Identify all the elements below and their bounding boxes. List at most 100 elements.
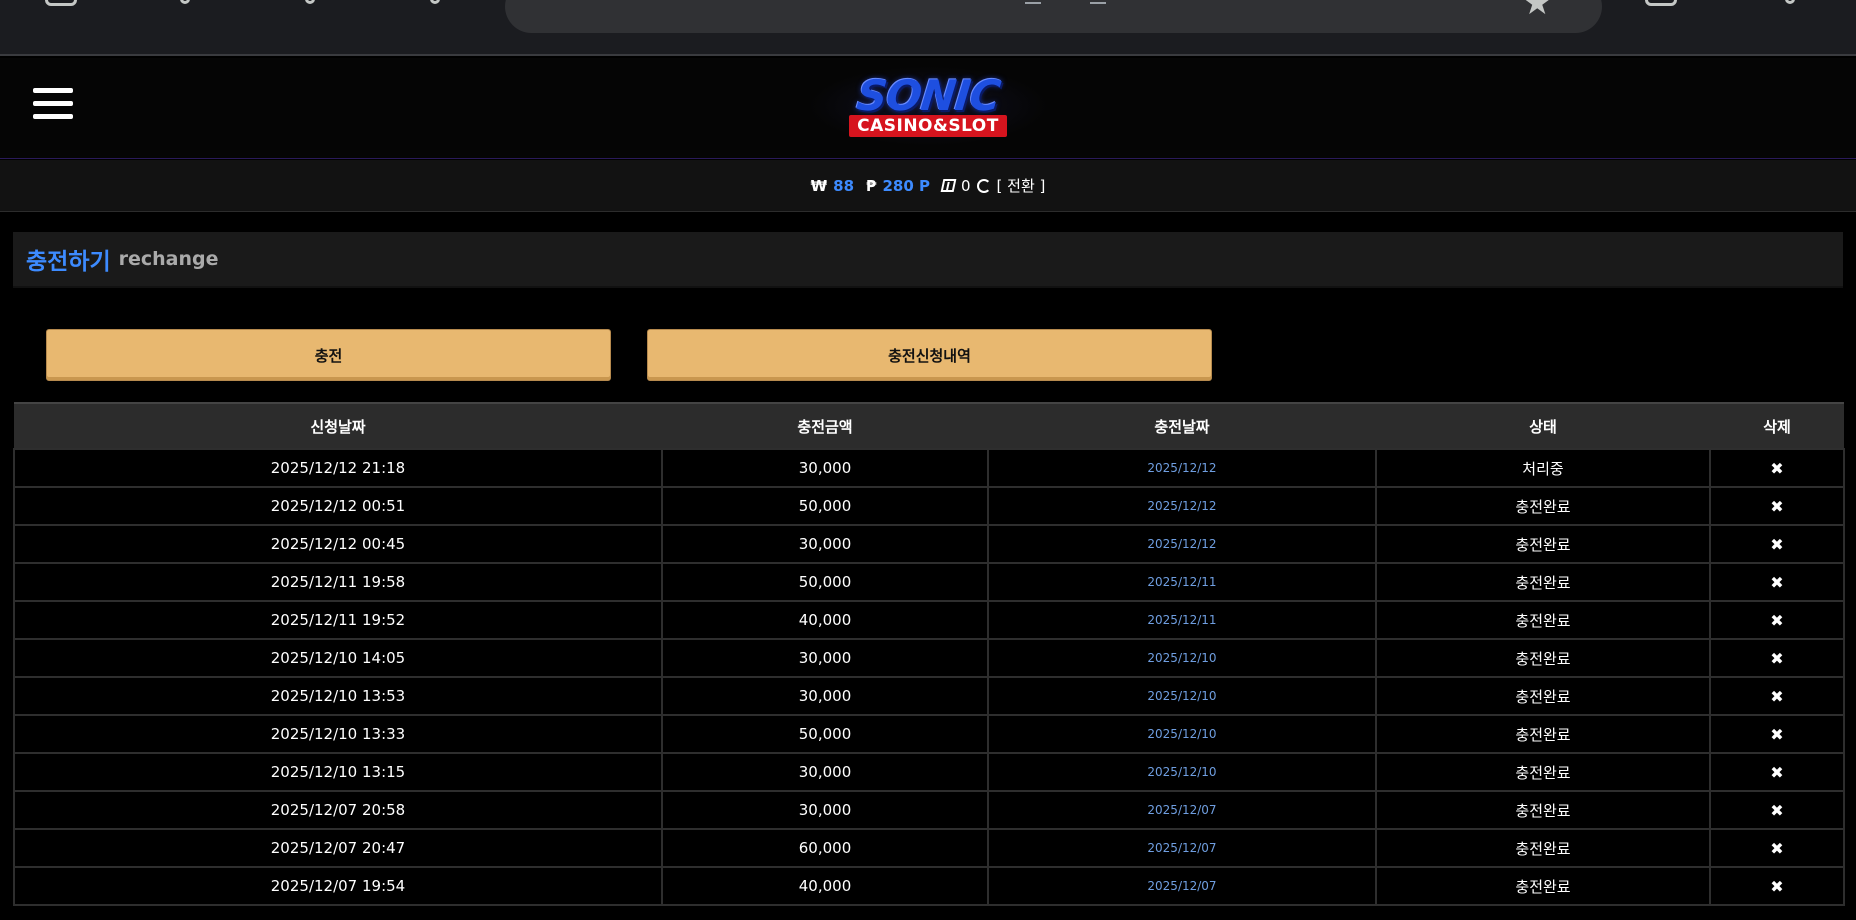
address-bar[interactable] xyxy=(505,0,1602,33)
bookmark-star-icon[interactable]: ★ xyxy=(1522,0,1552,20)
status-cell: 충전완료 xyxy=(1375,638,1711,678)
recharge-tab-button[interactable]: 충전 xyxy=(46,329,611,381)
amount-cell: 50,000 xyxy=(661,562,989,602)
table-row: 2025/12/12 00:51 50,000 2025/12/12 충전완료 ✖ xyxy=(13,486,1845,526)
won-icon: ₩ xyxy=(810,176,828,195)
delete-icon[interactable]: ✖ xyxy=(1709,562,1845,602)
header-status: 상태 xyxy=(1376,402,1710,450)
request-date-cell: 2025/12/07 19:54 xyxy=(13,866,663,906)
recharge-date-cell: 2025/12/12 xyxy=(987,524,1377,564)
reload-icon[interactable] xyxy=(430,0,440,4)
delete-icon[interactable]: ✖ xyxy=(1709,486,1845,526)
page-title: 충전하기 rechange xyxy=(13,232,1843,288)
request-date-cell: 2025/12/12 21:18 xyxy=(13,448,663,488)
convert-points-link[interactable]: [ 전환 ] xyxy=(997,175,1046,196)
back-icon[interactable] xyxy=(180,0,190,4)
recharge-date-cell: 2025/12/07 xyxy=(987,828,1377,868)
amount-cell: 60,000 xyxy=(661,828,989,868)
comp-balance: 0 [ 전환 ] xyxy=(940,175,1046,196)
table-row: 2025/12/11 19:58 50,000 2025/12/11 충전완료 ✖ xyxy=(13,562,1845,602)
comp-book-icon xyxy=(940,179,957,192)
recharge-date-cell: 2025/12/07 xyxy=(987,790,1377,830)
delete-icon[interactable]: ✖ xyxy=(1709,790,1845,830)
table-row: 2025/12/10 13:15 30,000 2025/12/10 충전완료 ✖ xyxy=(13,752,1845,792)
header-request-date: 신청날짜 xyxy=(14,402,662,450)
request-date-cell: 2025/12/10 13:53 xyxy=(13,676,663,716)
delete-icon[interactable]: ✖ xyxy=(1709,638,1845,678)
cash-balance-value: 88 xyxy=(833,176,855,195)
tabs-icon[interactable] xyxy=(1645,0,1677,6)
site-header: SONIC CASINO&SLOT xyxy=(0,58,1856,159)
status-cell: 충전완료 xyxy=(1375,600,1711,640)
balance-bar: ₩ 88 ₱ 280 P 0 [ 전환 ] xyxy=(0,160,1856,212)
status-cell: 충전완료 xyxy=(1375,790,1711,830)
recharge-history-tab-button[interactable]: 충전신청내역 xyxy=(647,329,1212,381)
request-date-cell: 2025/12/10 13:15 xyxy=(13,752,663,792)
tab-switcher-icon[interactable] xyxy=(45,0,77,6)
delete-icon[interactable]: ✖ xyxy=(1709,524,1845,564)
request-date-cell: 2025/12/07 20:47 xyxy=(13,828,663,868)
status-cell: 충전완료 xyxy=(1375,866,1711,906)
status-cell: 처리중 xyxy=(1375,448,1711,488)
logo-wordmark: SONIC xyxy=(854,70,1002,120)
delete-icon[interactable]: ✖ xyxy=(1709,448,1845,488)
table-row: 2025/12/07 20:47 60,000 2025/12/07 충전완료 ✖ xyxy=(13,828,1845,868)
status-cell: 충전완료 xyxy=(1375,562,1711,602)
header-recharge-date: 충전날짜 xyxy=(988,402,1376,450)
status-cell: 충전완료 xyxy=(1375,676,1711,716)
delete-icon[interactable]: ✖ xyxy=(1709,752,1845,792)
menu-icon[interactable] xyxy=(1785,0,1795,4)
request-date-cell: 2025/12/11 19:58 xyxy=(13,562,663,602)
point-icon: ₱ xyxy=(866,176,877,195)
amount-cell: 30,000 xyxy=(661,790,989,830)
delete-icon[interactable]: ✖ xyxy=(1709,600,1845,640)
delete-icon[interactable]: ✖ xyxy=(1709,866,1845,906)
status-cell: 충전완료 xyxy=(1375,752,1711,792)
recharge-date-cell: 2025/12/10 xyxy=(987,638,1377,678)
forward-icon[interactable] xyxy=(305,0,315,4)
status-cell: 충전완료 xyxy=(1375,486,1711,526)
amount-cell: 30,000 xyxy=(661,752,989,792)
table-body: 2025/12/12 21:18 30,000 2025/12/12 처리중 ✖ 2025… xyxy=(13,448,1845,906)
recharge-date-cell: 2025/12/11 xyxy=(987,562,1377,602)
table-row: 2025/12/10 14:05 30,000 2025/12/10 충전완료 ✖ xyxy=(13,638,1845,678)
header-delete: 삭제 xyxy=(1710,402,1844,450)
amount-cell: 30,000 xyxy=(661,676,989,716)
point-balance: ₱ 280 P xyxy=(866,177,930,195)
refresh-icon[interactable] xyxy=(976,178,991,193)
amount-cell: 40,000 xyxy=(661,600,989,640)
table-row: 2025/12/07 19:54 40,000 2025/12/07 충전완료 ✖ xyxy=(13,866,1845,906)
status-cell: 충전완료 xyxy=(1375,828,1711,868)
request-date-cell: 2025/12/12 00:51 xyxy=(13,486,663,526)
delete-icon[interactable]: ✖ xyxy=(1709,714,1845,754)
hamburger-menu-icon[interactable] xyxy=(33,88,73,122)
amount-cell: 30,000 xyxy=(661,448,989,488)
delete-icon[interactable]: ✖ xyxy=(1709,828,1845,868)
cash-balance: ₩ 88 xyxy=(811,177,854,195)
point-balance-value: 280 P xyxy=(882,176,930,195)
page-title-korean: 충전하기 xyxy=(26,249,111,275)
page-title-english: rechange xyxy=(118,248,219,270)
comp-balance-value: 0 xyxy=(961,176,971,195)
recharge-history-table: 신청날짜 충전금액 충전날짜 상태 삭제 2025/12/12 21:18 30,… xyxy=(13,402,1845,906)
table-row: 2025/12/12 21:18 30,000 2025/12/12 처리중 ✖ xyxy=(13,448,1845,488)
recharge-date-cell: 2025/12/10 xyxy=(987,676,1377,716)
request-date-cell: 2025/12/10 13:33 xyxy=(13,714,663,754)
recharge-date-cell: 2025/12/10 xyxy=(987,752,1377,792)
site-logo[interactable]: SONIC CASINO&SLOT xyxy=(808,66,1048,146)
table-row: 2025/12/10 13:53 30,000 2025/12/10 충전완료 ✖ xyxy=(13,676,1845,716)
request-date-cell: 2025/12/10 14:05 xyxy=(13,638,663,678)
recharge-date-cell: 2025/12/12 xyxy=(987,448,1377,488)
recharge-date-cell: 2025/12/12 xyxy=(987,486,1377,526)
table-row: 2025/12/10 13:33 50,000 2025/12/10 충전완료 ✖ xyxy=(13,714,1845,754)
table-row: 2025/12/12 00:45 30,000 2025/12/12 충전완료 ✖ xyxy=(13,524,1845,564)
amount-cell: 50,000 xyxy=(661,486,989,526)
request-date-cell: 2025/12/12 00:45 xyxy=(13,524,663,564)
amount-cell: 50,000 xyxy=(661,714,989,754)
header-amount: 충전금액 xyxy=(662,402,988,450)
request-date-cell: 2025/12/07 20:58 xyxy=(13,790,663,830)
table-header-row: 신청날짜 충전금액 충전날짜 상태 삭제 xyxy=(14,402,1844,450)
recharge-date-cell: 2025/12/07 xyxy=(987,866,1377,906)
status-cell: 충전완료 xyxy=(1375,714,1711,754)
delete-icon[interactable]: ✖ xyxy=(1709,676,1845,716)
